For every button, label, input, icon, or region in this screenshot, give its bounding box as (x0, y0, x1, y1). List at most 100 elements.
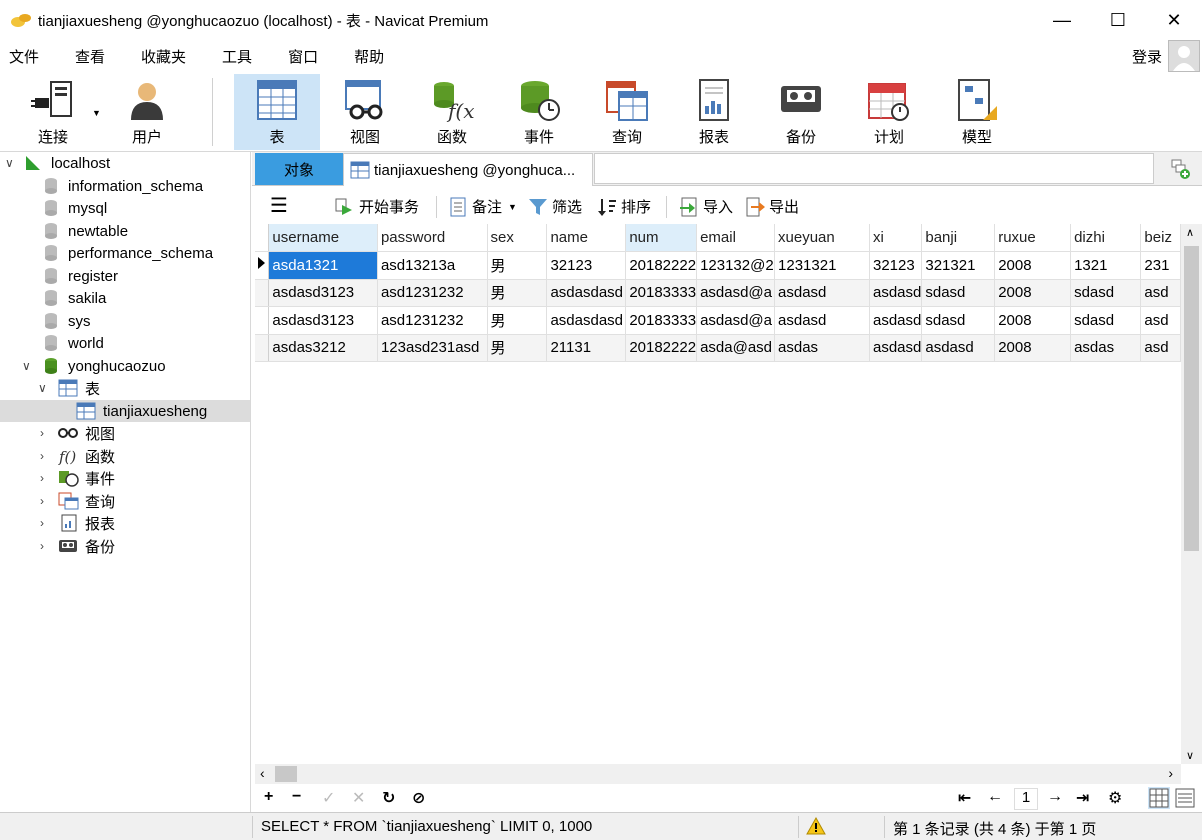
table-button[interactable]: 表 (234, 74, 320, 150)
model-button[interactable]: 模型 (934, 74, 1020, 150)
export-button[interactable]: 导出 (745, 196, 799, 217)
next-page-icon[interactable]: → (1047, 788, 1063, 806)
table-cell[interactable]: asdasdasd (546, 279, 627, 307)
tab-table-tianjiaxuesheng[interactable]: tianjiaxuesheng @yonghuca... (343, 153, 593, 186)
page-number-input[interactable]: 1 (1014, 788, 1038, 810)
scroll-up-icon[interactable]: ∧ (1186, 226, 1194, 239)
tree-folder-functions[interactable]: › f() 函数 (0, 445, 250, 467)
table-cell[interactable]: 20182222 (625, 334, 698, 362)
connect-dropdown-caret-icon[interactable]: ▼ (92, 108, 101, 118)
hamburger-menu-icon[interactable]: ☰ (270, 193, 288, 218)
chevron-down-icon[interactable]: ∨ (38, 381, 47, 395)
report-button[interactable]: 报表 (671, 74, 757, 150)
table-cell[interactable]: 20183333 (625, 306, 698, 335)
table-cell[interactable]: 123132@2 (696, 251, 776, 280)
table-cell[interactable]: 123asd231asd (377, 334, 488, 362)
grid-view-icon[interactable] (1148, 787, 1170, 809)
menu-view[interactable]: 查看 (66, 46, 114, 67)
stop-icon[interactable]: ⊘ (412, 788, 425, 808)
tree-folder-events[interactable]: › 事件 (0, 467, 250, 489)
connect-button[interactable]: 连接 (10, 74, 96, 150)
tree-folder-reports[interactable]: › 报表 (0, 512, 250, 534)
begin-transaction-button[interactable]: 开始事务 (334, 196, 419, 217)
tree-table-tianjiaxuesheng[interactable]: tianjiaxuesheng (0, 400, 250, 422)
column-header-name[interactable]: name (546, 224, 627, 252)
view-button[interactable]: 视图 (322, 74, 408, 150)
table-cell[interactable]: 1231321 (774, 251, 870, 280)
schedule-button[interactable]: 计划 (846, 74, 932, 150)
table-cell[interactable]: sdasd (1070, 306, 1142, 335)
tree-db-sakila[interactable]: sakila (0, 287, 250, 309)
column-header-sex[interactable]: sex (487, 224, 548, 252)
table-cell[interactable]: sdasd (921, 306, 996, 335)
menu-tools[interactable]: 工具 (213, 46, 261, 67)
horizontal-scroll-thumb[interactable] (275, 766, 297, 782)
column-header-xueyuan[interactable]: xueyuan (774, 224, 870, 252)
table-cell[interactable]: sdasd (921, 279, 996, 307)
tree-db-mysql[interactable]: mysql (0, 197, 250, 219)
menu-window[interactable]: 窗口 (279, 46, 327, 67)
event-button[interactable]: 事件 (496, 74, 582, 150)
chevron-down-icon[interactable]: ∨ (5, 156, 14, 170)
scroll-left-icon[interactable]: ‹ (260, 765, 265, 781)
tree-db-register[interactable]: register (0, 265, 250, 287)
table-cell[interactable]: 21131 (546, 334, 627, 362)
tree-connection-localhost[interactable]: ∨ localhost (0, 152, 250, 174)
menu-favorites[interactable]: 收藏夹 (132, 46, 195, 67)
table-row[interactable]: asdasd3123 asd1231232 男 asdasdasd 201833… (255, 279, 1181, 307)
tree-folder-queries[interactable]: › 查询 (0, 490, 250, 512)
login-link[interactable]: 登录 (1132, 46, 1162, 67)
maximize-button[interactable]: ☐ (1090, 0, 1146, 40)
table-cell[interactable]: asdasd (921, 334, 996, 362)
tree-folder-backups[interactable]: › 备份 (0, 535, 250, 557)
previous-page-icon[interactable]: ← (987, 788, 1003, 806)
table-cell[interactable]: 男 (487, 334, 548, 362)
column-header-dizhi[interactable]: dizhi (1070, 224, 1142, 252)
tree-db-performance-schema[interactable]: performance_schema (0, 242, 250, 264)
form-view-icon[interactable] (1174, 787, 1196, 809)
menu-file[interactable]: 文件 (0, 46, 48, 67)
chevron-right-icon[interactable]: › (40, 471, 44, 485)
column-header-beizhu[interactable]: beiz (1140, 224, 1181, 252)
table-cell[interactable]: asdasd (869, 306, 923, 335)
import-button[interactable]: 导入 (679, 196, 733, 217)
column-header-password[interactable]: password (377, 224, 488, 252)
table-cell[interactable]: asda@asd (696, 334, 776, 362)
table-row[interactable]: asdasd3123 asd1231232 男 asdasdasd 201833… (255, 306, 1181, 335)
discard-changes-icon[interactable]: ✕ (352, 788, 365, 808)
apply-changes-icon[interactable]: ✓ (322, 788, 335, 808)
table-cell[interactable]: sdasd (1070, 279, 1142, 307)
delete-record-icon[interactable]: − (292, 788, 301, 806)
table-cell[interactable]: 男 (487, 306, 548, 335)
table-cell[interactable]: 男 (487, 251, 548, 280)
table-cell[interactable]: 32123 (546, 251, 627, 280)
column-header-username[interactable]: username (268, 224, 378, 252)
table-row[interactable]: asda1321 asd13213a 男 32123 20182222 1231… (255, 251, 1181, 280)
chevron-right-icon[interactable]: › (40, 449, 44, 463)
table-cell[interactable]: 321321 (921, 251, 996, 280)
scroll-right-icon[interactable]: › (1168, 765, 1173, 781)
horizontal-scrollbar[interactable]: ‹ › (255, 764, 1181, 784)
table-cell[interactable]: asd (1140, 306, 1181, 335)
vertical-scroll-thumb[interactable] (1184, 246, 1199, 551)
table-cell[interactable]: 32123 (869, 251, 923, 280)
table-cell[interactable]: 231 (1140, 251, 1181, 280)
column-header-ruxue[interactable]: ruxue (994, 224, 1072, 252)
first-page-icon[interactable]: ⇤ (958, 788, 971, 808)
tree-db-yonghucaozuo[interactable]: ∨ yonghucaozuo (0, 355, 250, 377)
table-cell[interactable]: asdasd3123 (268, 306, 378, 335)
table-cell[interactable]: asdasd@a (696, 306, 776, 335)
chevron-down-icon[interactable]: ∨ (22, 359, 31, 373)
filter-button[interactable]: 筛选 (528, 196, 582, 217)
table-cell[interactable]: asdasd3123 (268, 279, 378, 307)
column-header-xi[interactable]: xi (869, 224, 923, 252)
menu-help[interactable]: 帮助 (345, 46, 393, 67)
last-page-icon[interactable]: ⇥ (1076, 788, 1089, 808)
table-cell[interactable]: asd (1140, 334, 1181, 362)
table-cell[interactable]: asd13213a (377, 251, 488, 280)
minimize-button[interactable]: — (1034, 0, 1090, 40)
user-button[interactable]: 用户 (104, 74, 190, 150)
table-cell[interactable]: asdas3212 (268, 334, 378, 362)
table-cell[interactable]: asda1321 (268, 251, 378, 280)
tree-folder-views[interactable]: › 视图 (0, 422, 250, 444)
